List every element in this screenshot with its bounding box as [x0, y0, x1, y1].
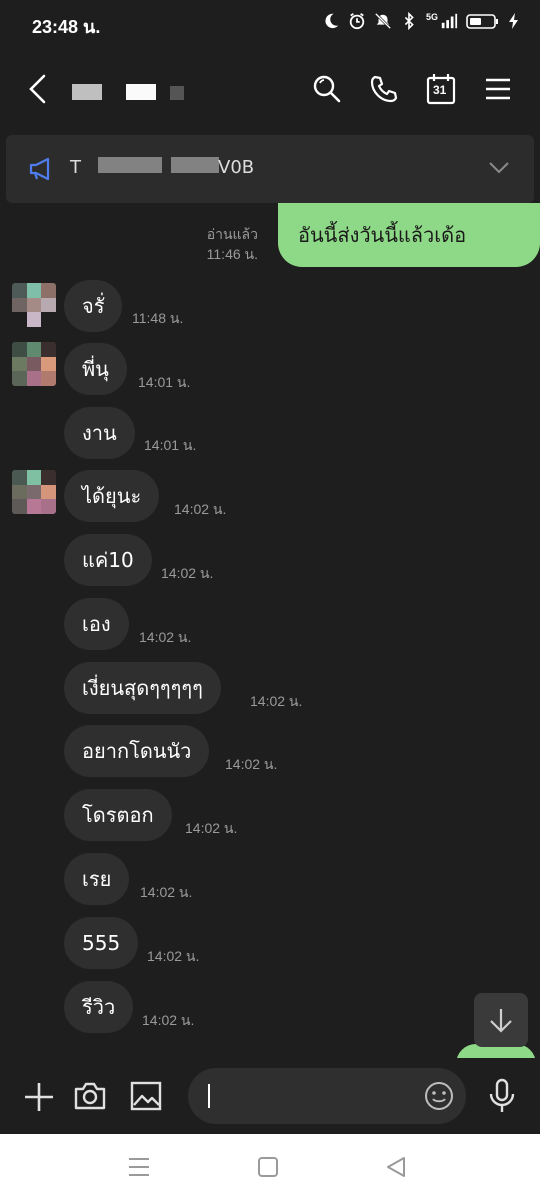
message-time: 14:01 น.: [138, 374, 191, 390]
status-bar: 23:48 น. 5G: [0, 0, 540, 46]
status-icons: 5G: [322, 12, 520, 30]
message-input[interactable]: [188, 1068, 466, 1124]
battery-icon: [466, 14, 498, 29]
incoming-bubble[interactable]: จรั่: [64, 280, 123, 332]
image-icon: [130, 1081, 162, 1111]
incoming-bubble[interactable]: 555: [64, 917, 139, 969]
system-nav-bar: [0, 1134, 540, 1200]
message-time: 14:02 น.: [185, 820, 238, 836]
incoming-bubble[interactable]: เอง: [64, 598, 129, 650]
incoming-bubble[interactable]: งาน: [64, 407, 135, 459]
redacted-name-block: [170, 86, 184, 100]
signal-icon: [441, 13, 458, 29]
add-button[interactable]: [20, 1078, 58, 1116]
redacted-announcement: [98, 157, 162, 173]
message-time: 14:02 น.: [139, 629, 192, 645]
image-button[interactable]: [126, 1076, 166, 1116]
moon-icon: [325, 13, 339, 29]
recents-button[interactable]: [126, 1155, 152, 1179]
home-button[interactable]: [256, 1155, 280, 1179]
menu-button[interactable]: [476, 67, 520, 111]
chat-header: 31: [0, 46, 540, 132]
bluetooth-icon: [404, 12, 414, 30]
calendar-day: 31: [433, 83, 447, 97]
message-time: 14:02 น.: [250, 693, 303, 709]
incoming-bubble[interactable]: แค่10: [64, 534, 152, 586]
back-nav-icon: [387, 1157, 405, 1177]
voice-button[interactable]: [482, 1074, 522, 1118]
recents-icon: [129, 1158, 149, 1176]
announcement-text-end: V0B: [218, 157, 255, 178]
calendar-button[interactable]: 31: [419, 67, 463, 111]
avatar[interactable]: [12, 283, 56, 327]
avatar[interactable]: [12, 470, 56, 514]
message-time: 14:02 น.: [174, 501, 227, 517]
outgoing-message[interactable]: อันนี้ส่งวันนี้แล้วเด้อ: [278, 203, 540, 267]
menu-icon: [486, 78, 510, 100]
alarm-icon: [349, 13, 365, 30]
network-label: 5G: [425, 12, 438, 22]
arrow-down-icon: [490, 1009, 512, 1033]
search-button[interactable]: [305, 67, 349, 111]
redacted-name-block: [72, 84, 102, 100]
announcement-bar[interactable]: T V0B: [6, 135, 534, 203]
chevron-down-icon[interactable]: [488, 161, 510, 175]
phone-icon: [370, 75, 398, 103]
message-time: 14:02 น.: [161, 565, 214, 581]
call-button[interactable]: [362, 67, 406, 111]
camera-icon: [74, 1082, 106, 1110]
announcement-text-start: T: [70, 157, 81, 178]
message-time: 11:48 น.: [132, 310, 184, 326]
message-time: 11:46 น.: [206, 246, 258, 262]
search-icon: [313, 75, 341, 103]
incoming-bubble[interactable]: เรย: [64, 853, 130, 905]
microphone-icon: [489, 1078, 515, 1112]
megaphone-icon: [29, 157, 50, 181]
mute-icon: [374, 12, 392, 30]
message-time: 14:02 น.: [225, 756, 278, 772]
incoming-bubble[interactable]: รีวิว: [64, 981, 134, 1033]
incoming-bubble[interactable]: โดรตอก: [64, 789, 172, 841]
read-label: อ่านแล้ว: [206, 226, 258, 242]
message-time: 14:01 น.: [144, 437, 197, 453]
message-time: 14:02 น.: [140, 884, 193, 900]
redacted-name-block: [126, 84, 156, 100]
home-icon: [258, 1157, 278, 1177]
outgoing-bubble: อันนี้ส่งวันนี้แล้วเด้อ: [278, 203, 540, 267]
incoming-bubble[interactable]: ได้ยุนะ: [64, 470, 160, 522]
incoming-bubble[interactable]: เงี่ยนสุดๆๆๆๆๆ: [64, 662, 221, 714]
camera-button[interactable]: [70, 1076, 110, 1116]
message-time: 14:02 น.: [142, 1012, 195, 1028]
back-nav-button[interactable]: [384, 1155, 408, 1179]
avatar[interactable]: [12, 342, 56, 386]
scroll-down-button[interactable]: [474, 993, 528, 1047]
incoming-bubble[interactable]: พี่นุ: [64, 343, 127, 395]
incoming-bubble[interactable]: อยากโดนนัว: [64, 725, 210, 777]
plus-icon: [25, 1083, 53, 1111]
message-time: 14:02 น.: [147, 948, 200, 964]
redacted-announcement: [171, 157, 219, 173]
back-icon: [29, 74, 46, 104]
back-button[interactable]: [16, 67, 60, 111]
emoji-icon[interactable]: [424, 1081, 454, 1111]
status-time: 23:48 น.: [32, 17, 101, 37]
charging-icon: [509, 13, 518, 29]
text-cursor: [208, 1084, 210, 1108]
